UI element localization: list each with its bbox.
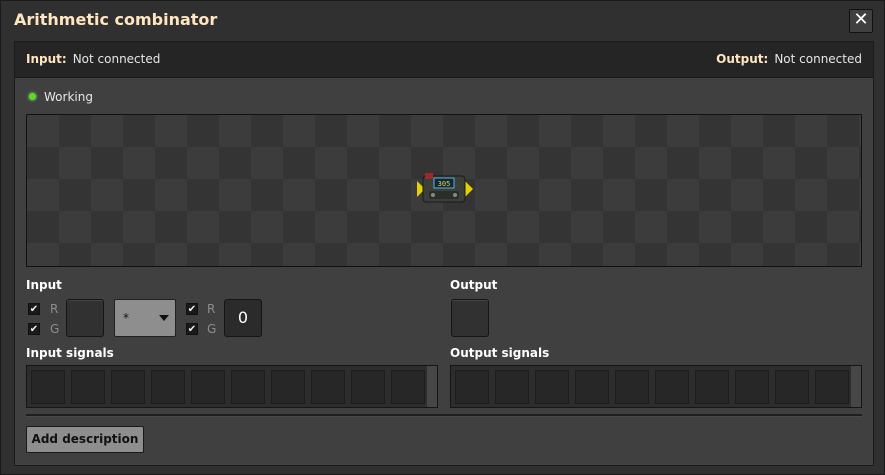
input-signal-slot: [71, 370, 105, 404]
input-signal-slot: [271, 370, 305, 404]
output-signal-slot: [535, 370, 569, 404]
input-section-label: Input: [26, 278, 62, 292]
titlebar[interactable]: Arithmetic combinator ✕: [1, 1, 884, 41]
input-left-green-checkbox[interactable]: ✔: [28, 323, 40, 335]
status-indicator: Working: [29, 90, 93, 104]
output-signal-slot: [455, 370, 489, 404]
second-constant-field[interactable]: 0: [224, 299, 262, 337]
input-connection: Input: Not connected: [26, 52, 160, 66]
close-button[interactable]: ✕: [849, 9, 873, 33]
output-signals-label: Output signals: [450, 346, 550, 360]
combinator-display-text: 305: [438, 180, 451, 188]
output-arrow-icon: [465, 181, 473, 197]
input-connection-key: Input:: [26, 52, 67, 66]
output-signal-slot: [615, 370, 649, 404]
window-title: Arithmetic combinator: [14, 10, 218, 29]
output-connection-value: Not connected: [774, 52, 862, 66]
operator-value: *: [123, 311, 129, 325]
input-right-red-label: R: [207, 302, 216, 316]
status-text: Working: [44, 90, 93, 104]
input-left-red-checkbox[interactable]: ✔: [28, 303, 40, 315]
divider: [26, 414, 862, 417]
first-signal-slot[interactable]: [66, 299, 104, 337]
output-signal-slot: [735, 370, 769, 404]
input-right-green-label: G: [207, 322, 217, 336]
input-signals-panel: [26, 365, 438, 408]
output-connection-key: Output:: [716, 52, 769, 66]
add-description-button[interactable]: Add description: [26, 426, 144, 453]
input-signal-slot: [391, 370, 425, 404]
input-signals-scrollbar[interactable]: [427, 366, 437, 407]
output-signal-slot: [775, 370, 809, 404]
output-signal-slot: [495, 370, 529, 404]
input-signal-slot: [111, 370, 145, 404]
chevron-down-icon: [159, 315, 169, 321]
input-right-red-checkbox[interactable]: ✔: [186, 303, 198, 315]
status-light-icon: [29, 93, 36, 100]
arithmetic-combinator-window: Arithmetic combinator ✕ Input: Not connec…: [0, 0, 885, 475]
input-signal-slot: [311, 370, 345, 404]
input-signal-slot: [31, 370, 65, 404]
output-signal-slot: [575, 370, 609, 404]
output-section-label: Output: [450, 278, 498, 292]
input-connection-value: Not connected: [72, 52, 161, 66]
operator-dropdown[interactable]: *: [114, 299, 176, 337]
input-signal-slot: [151, 370, 185, 404]
arithmetic-combinator-icon: 305: [417, 173, 473, 203]
close-icon: ✕: [853, 9, 869, 30]
input-left-red-label: R: [50, 302, 59, 316]
entity-preview[interactable]: 305: [26, 114, 862, 267]
output-signal-slot: [695, 370, 729, 404]
output-signals-panel: [450, 365, 862, 408]
output-connection: Output: Not connected: [716, 52, 862, 66]
input-left-green-label: G: [50, 322, 60, 336]
input-signal-slot: [231, 370, 265, 404]
output-signals-scrollbar[interactable]: [851, 366, 861, 407]
input-signal-slot: [351, 370, 385, 404]
output-signal-slot: [815, 370, 849, 404]
input-right-green-checkbox[interactable]: ✔: [186, 323, 198, 335]
output-signal-slot: [655, 370, 689, 404]
input-signals-label: Input signals: [26, 346, 114, 360]
input-signal-slot: [191, 370, 225, 404]
main-panel: Input: Not connected Output: Not connected…: [14, 41, 874, 466]
connection-bar: Input: Not connected Output: Not connected: [15, 42, 873, 78]
output-signal-slot[interactable]: [451, 299, 489, 337]
